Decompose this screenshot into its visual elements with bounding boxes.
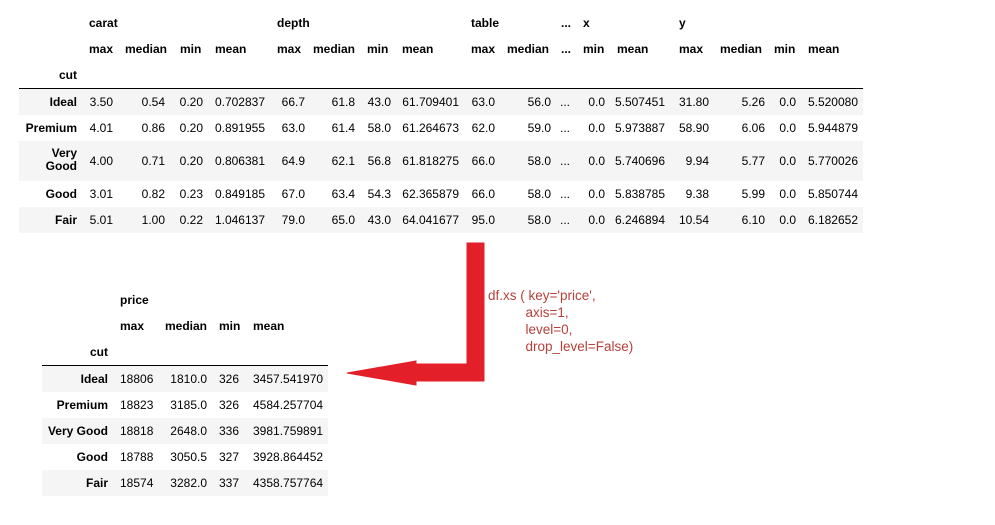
code-annotation: df.xs ( key='price', axis=1, level=0, dr… — [488, 288, 634, 354]
table-cell: 326 — [219, 372, 240, 386]
subheader-price-max: max — [120, 319, 145, 333]
table-cell: 327 — [219, 450, 240, 464]
header-divider-bottom — [42, 365, 328, 366]
table-cell: 4584.257704 — [253, 398, 324, 412]
arrow-shape — [346, 242, 485, 386]
row-label-premium-bottom: Premium — [56, 398, 108, 412]
table-cell: 2648.0 — [170, 424, 207, 438]
table-cell: 336 — [219, 424, 240, 438]
row-label-very-good-bottom: Very Good — [47, 424, 108, 438]
table-cell: 3457.541970 — [253, 372, 324, 386]
row-label-good-bottom: Good — [76, 450, 108, 464]
table-cell: 337 — [219, 476, 240, 490]
row-label-fair-bottom: Fair — [85, 476, 108, 490]
arrow-graphic — [346, 242, 485, 386]
table-cell: 1810.0 — [170, 372, 207, 386]
subheader-price-min: min — [219, 319, 241, 333]
table-cell: 3981.759891 — [253, 424, 324, 438]
subheader-price-median: median — [165, 319, 208, 333]
table-cell: 326 — [219, 398, 240, 412]
row-label-ideal-bottom: Ideal — [80, 372, 108, 386]
group-header-price: price — [120, 293, 149, 307]
index-name-cut-bottom: cut — [90, 345, 108, 359]
table-cell: 3928.864452 — [253, 450, 324, 464]
table-cell: 3282.0 — [170, 476, 207, 490]
table-cell: 4358.757764 — [253, 476, 324, 490]
table-cell: 3050.5 — [170, 450, 207, 464]
table-cell: 3185.0 — [170, 398, 207, 412]
subheader-price-mean: mean — [253, 319, 285, 333]
